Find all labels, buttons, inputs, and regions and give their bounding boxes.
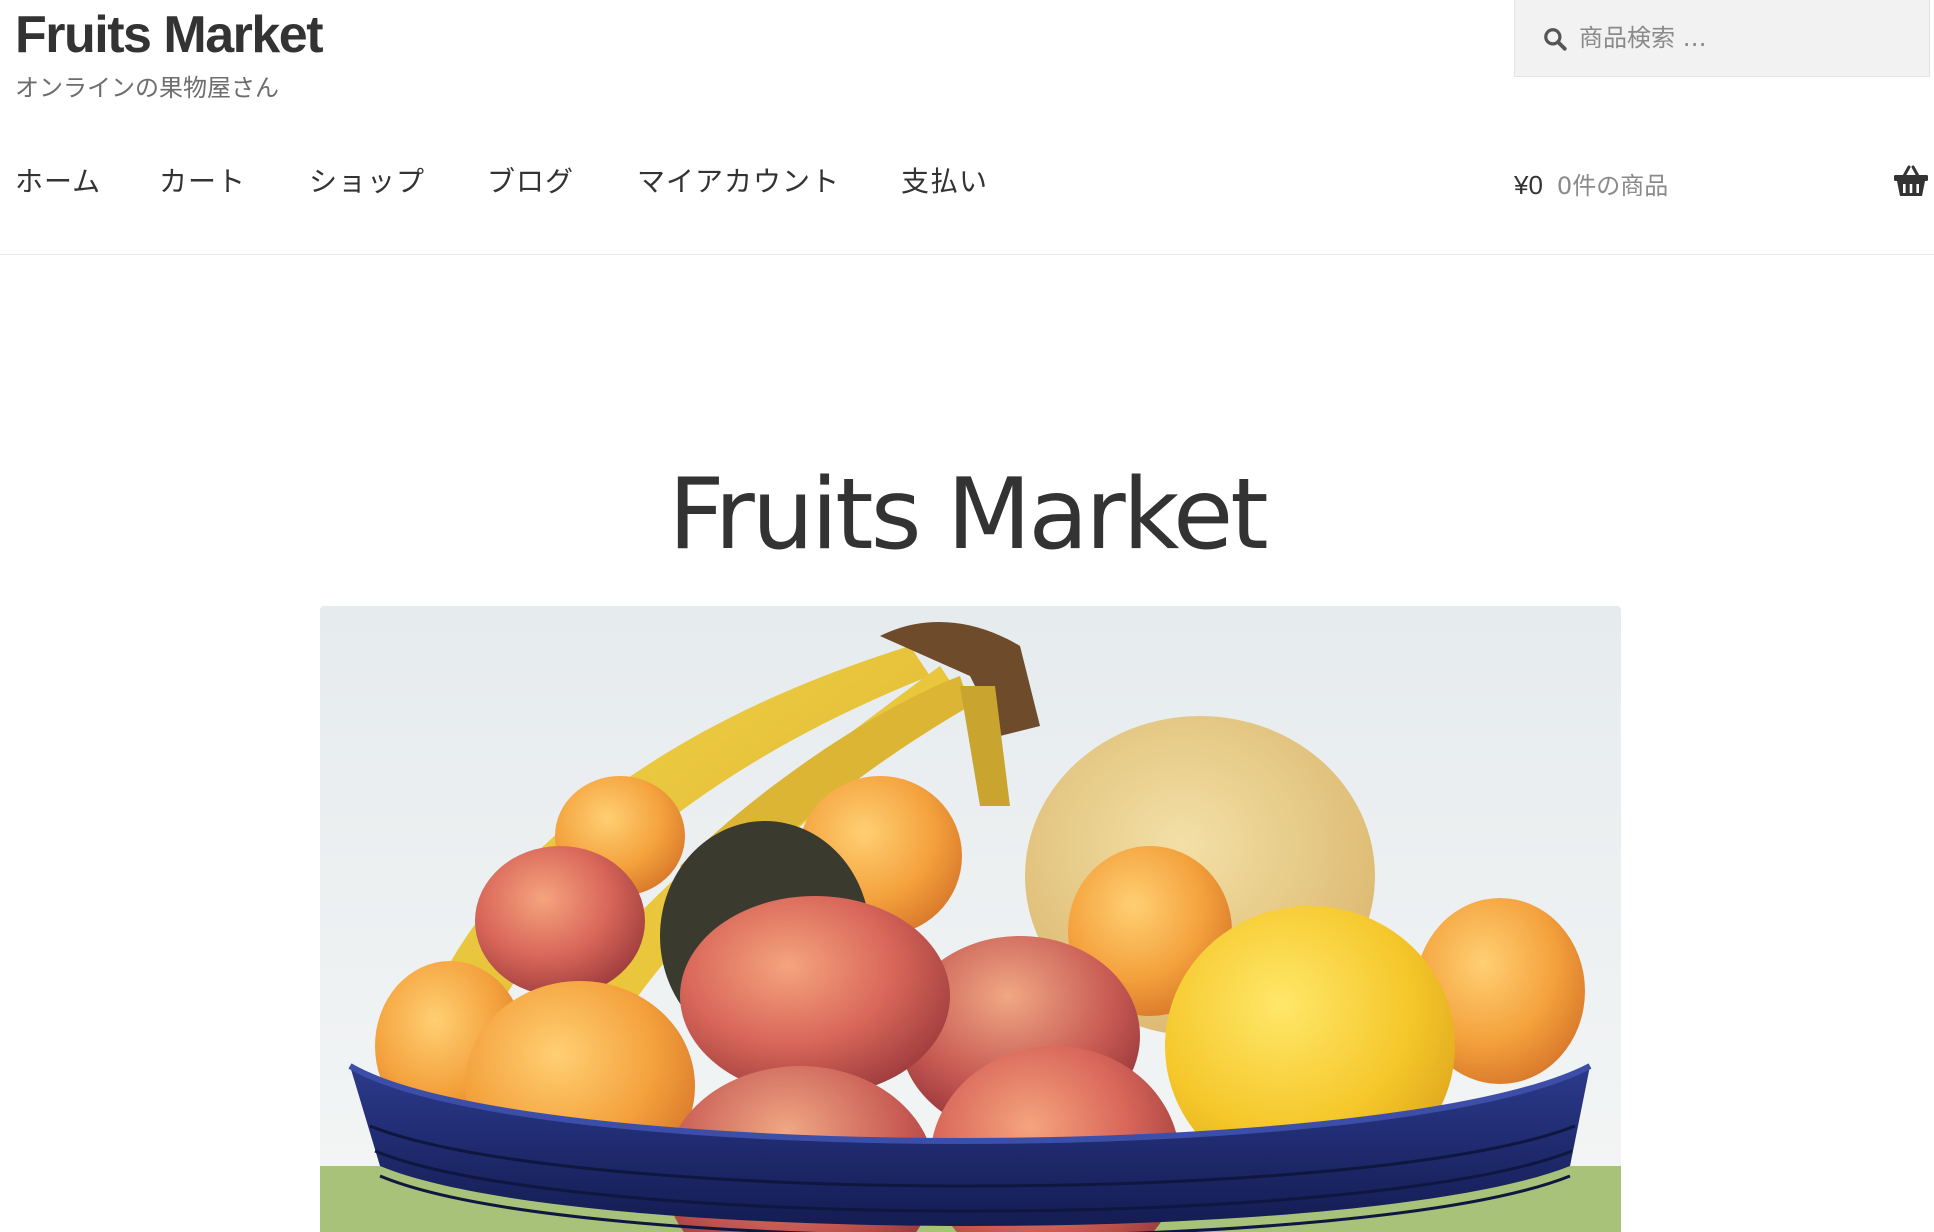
nav-item-blog[interactable]: ブログ bbox=[487, 160, 574, 200]
hero-image bbox=[320, 606, 1621, 1232]
nav-item-home[interactable]: ホーム bbox=[15, 160, 101, 200]
page-title: Fruits Market bbox=[668, 458, 1268, 572]
header-divider bbox=[0, 254, 1934, 255]
nav-item-cart[interactable]: カート bbox=[159, 160, 246, 200]
cart-amount: ¥0 bbox=[1514, 170, 1543, 200]
nav-item-checkout[interactable]: 支払い bbox=[901, 160, 988, 200]
search-input[interactable] bbox=[1579, 18, 1909, 58]
site-tagline: オンラインの果物屋さん bbox=[15, 74, 279, 102]
header-cart-link[interactable]: ¥0 0件の商品 bbox=[1514, 166, 1668, 201]
site-title[interactable]: Fruits Market bbox=[15, 4, 324, 66]
nav-item-shop[interactable]: ショップ bbox=[309, 160, 425, 200]
nav-item-my-account[interactable]: マイアカウント bbox=[637, 160, 840, 200]
fruit-bowl-photo bbox=[320, 606, 1621, 1232]
search-box[interactable] bbox=[1514, 0, 1930, 77]
cart-item-count: 0件の商品 bbox=[1556, 172, 1669, 200]
search-icon[interactable] bbox=[1542, 26, 1568, 52]
basket-icon[interactable] bbox=[1893, 163, 1929, 199]
